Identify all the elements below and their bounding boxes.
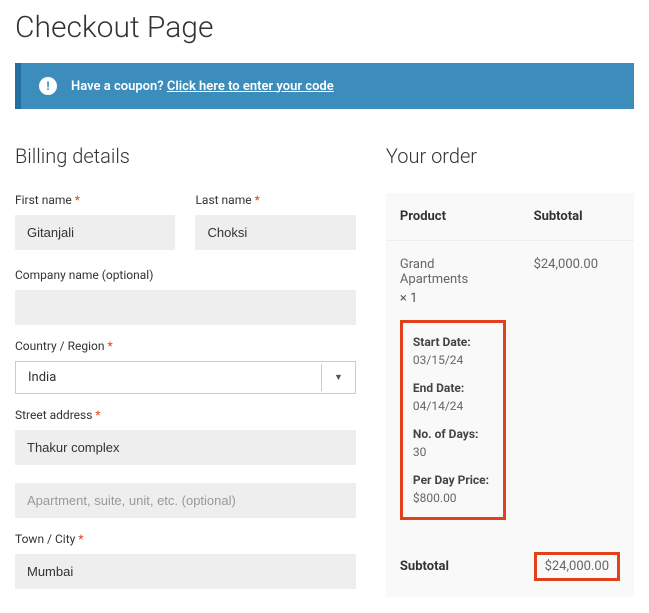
days-label: No. of Days: xyxy=(413,427,493,441)
coupon-message: Have a coupon? Click here to enter your … xyxy=(71,79,334,94)
country-label: Country / Region* xyxy=(15,339,356,353)
town-field[interactable] xyxy=(15,554,356,589)
street-address-field[interactable] xyxy=(15,430,356,465)
street-label: Street address* xyxy=(15,408,356,422)
town-label: Town / City* xyxy=(15,532,356,546)
product-name: Grand Apartments xyxy=(400,257,506,287)
days-value: 30 xyxy=(413,445,493,459)
perday-label: Per Day Price: xyxy=(413,473,493,487)
last-name-label: Last name* xyxy=(195,193,355,207)
first-name-label: First name* xyxy=(15,193,175,207)
first-name-field[interactable] xyxy=(15,215,175,250)
company-label: Company name (optional) xyxy=(15,268,356,282)
billing-heading: Billing details xyxy=(15,144,356,168)
col-subtotal: Subtotal xyxy=(520,193,634,241)
col-product: Product xyxy=(386,193,520,241)
table-row: Grand Apartments × 1 Start Date: 03/15/2… xyxy=(386,241,634,537)
coupon-banner: ! Have a coupon? Click here to enter you… xyxy=(15,63,634,109)
info-icon: ! xyxy=(39,77,57,95)
end-date-value: 04/14/24 xyxy=(413,399,493,413)
product-qty: × 1 xyxy=(400,291,506,306)
end-date-label: End Date: xyxy=(413,381,493,395)
perday-value: $800.00 xyxy=(413,491,493,505)
street-address2-field[interactable] xyxy=(15,483,356,518)
start-date-value: 03/15/24 xyxy=(413,353,493,367)
coupon-link[interactable]: Click here to enter your code xyxy=(167,79,334,94)
product-subtotal: $24,000.00 xyxy=(520,241,634,537)
subtotal-label: Subtotal xyxy=(386,536,520,597)
page-title: Checkout Page xyxy=(15,10,634,45)
subtotal-value: $24,000.00 xyxy=(534,552,620,581)
product-meta: Start Date: 03/15/24 End Date: 04/14/24 … xyxy=(400,320,506,520)
order-summary-table: Product Subtotal Grand Apartments × 1 St… xyxy=(386,193,634,597)
company-field[interactable] xyxy=(15,290,356,325)
chevron-down-icon: ▼ xyxy=(321,364,355,391)
start-date-label: Start Date: xyxy=(413,335,493,349)
order-heading: Your order xyxy=(386,144,634,168)
last-name-field[interactable] xyxy=(195,215,355,250)
country-select[interactable]: India ▼ xyxy=(15,361,356,394)
